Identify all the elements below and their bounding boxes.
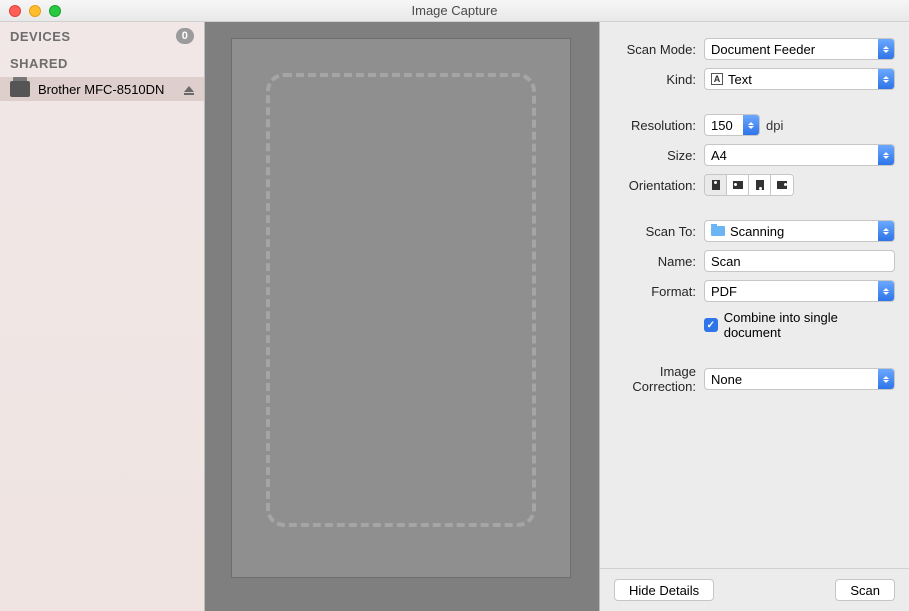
bottom-bar: Hide Details Scan (600, 568, 909, 611)
size-select[interactable]: A4 (704, 144, 895, 166)
sidebar-shared-header: SHARED (0, 50, 204, 77)
chevron-updown-icon (878, 39, 894, 59)
combine-checkbox[interactable]: ✓ (704, 318, 718, 332)
resolution-unit: dpi (766, 118, 783, 133)
close-icon[interactable] (9, 5, 21, 17)
format-label: Format: (600, 284, 704, 299)
orientation-landscape-right[interactable] (771, 175, 793, 195)
scan-mode-select[interactable]: Document Feeder (704, 38, 895, 60)
orientation-segmented (704, 174, 794, 196)
kind-label: Kind: (600, 72, 704, 87)
resolution-label: Resolution: (600, 118, 704, 133)
scan-to-select[interactable]: Scanning (704, 220, 895, 242)
window-title: Image Capture (412, 3, 498, 18)
scan-mode-label: Scan Mode: (600, 42, 704, 57)
name-label: Name: (600, 254, 704, 269)
scan-to-value: Scanning (730, 224, 784, 239)
orientation-label: Orientation: (600, 178, 704, 193)
hide-details-button[interactable]: Hide Details (614, 579, 714, 601)
orientation-portrait-down[interactable] (749, 175, 771, 195)
shared-label: SHARED (10, 56, 68, 71)
orientation-landscape-left[interactable] (727, 175, 749, 195)
preview-area (205, 22, 599, 611)
resolution-select[interactable]: 150 (704, 114, 760, 136)
device-name: Brother MFC-8510DN (38, 82, 164, 97)
resolution-value: 150 (705, 118, 743, 133)
image-correction-select[interactable]: None (704, 368, 895, 390)
chevron-updown-icon (878, 369, 894, 389)
titlebar: Image Capture (0, 0, 909, 22)
orientation-portrait-up[interactable] (705, 175, 727, 195)
chevron-updown-icon (878, 145, 894, 165)
image-correction-value: None (705, 372, 878, 387)
kind-select[interactable]: A Text (704, 68, 895, 90)
minimize-icon[interactable] (29, 5, 41, 17)
settings-panel: Scan Mode: Document Feeder Kind: A Text (599, 22, 909, 611)
chevron-updown-icon (878, 281, 894, 301)
name-input[interactable] (704, 250, 895, 272)
preview-page[interactable] (231, 38, 571, 578)
chevron-updown-icon (743, 115, 759, 135)
text-kind-icon: A (711, 73, 723, 85)
image-correction-label: Image Correction: (600, 364, 704, 394)
chevron-updown-icon (878, 69, 894, 89)
window-controls (9, 5, 61, 17)
chevron-updown-icon (878, 221, 894, 241)
folder-icon (711, 226, 725, 236)
scan-button[interactable]: Scan (835, 579, 895, 601)
kind-value: Text (728, 72, 752, 87)
sidebar-devices-header: DEVICES 0 (0, 22, 204, 50)
content: DEVICES 0 SHARED Brother MFC-8510DN Scan… (0, 22, 909, 611)
combine-label: Combine into single document (724, 310, 895, 340)
size-value: A4 (705, 148, 878, 163)
devices-count-badge: 0 (176, 28, 194, 44)
selection-marquee[interactable] (266, 73, 536, 527)
printer-icon (10, 81, 30, 97)
size-label: Size: (600, 148, 704, 163)
zoom-icon[interactable] (49, 5, 61, 17)
devices-label: DEVICES (10, 29, 71, 44)
scan-to-label: Scan To: (600, 224, 704, 239)
format-value: PDF (705, 284, 878, 299)
sidebar: DEVICES 0 SHARED Brother MFC-8510DN (0, 22, 205, 611)
scan-mode-value: Document Feeder (705, 42, 878, 57)
sidebar-item-device[interactable]: Brother MFC-8510DN (0, 77, 204, 101)
eject-icon[interactable] (184, 86, 194, 92)
format-select[interactable]: PDF (704, 280, 895, 302)
